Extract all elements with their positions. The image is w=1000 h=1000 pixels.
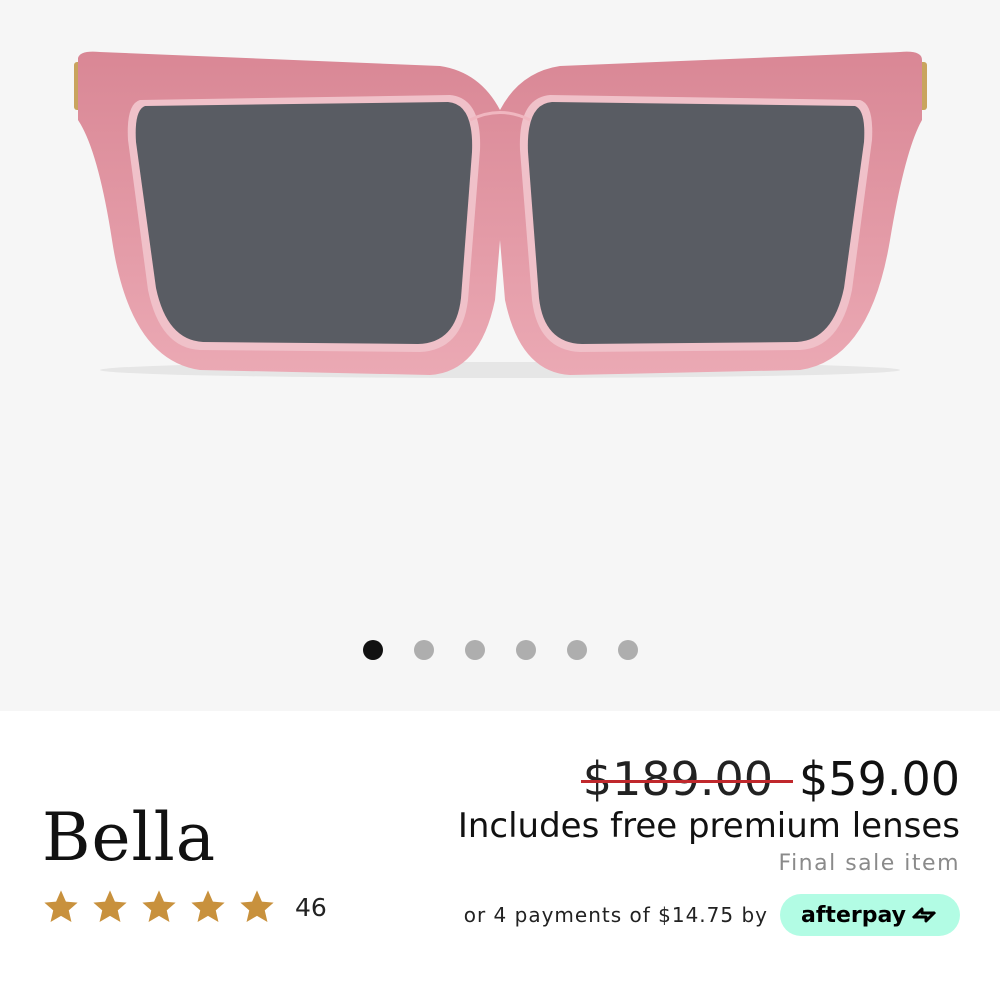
star-icon <box>191 890 225 923</box>
lens-note: Includes free premium lenses <box>457 806 960 846</box>
star-icon <box>93 890 127 923</box>
installment-text: or 4 payments of $14.75 by <box>463 903 768 927</box>
gallery-dot[interactable] <box>464 640 485 660</box>
sale-price: $59.00 <box>799 752 960 806</box>
gallery-dot[interactable] <box>617 640 638 660</box>
star-icon <box>44 890 78 923</box>
review-count[interactable]: 46 <box>295 893 327 922</box>
gallery-dot[interactable] <box>566 640 587 660</box>
gallery-dot[interactable] <box>362 640 383 660</box>
gallery-dot[interactable] <box>413 640 434 660</box>
original-price: $189.00 <box>580 752 794 806</box>
gallery-dots <box>0 640 1000 660</box>
sunglasses-image <box>74 51 927 378</box>
afterpay-badge[interactable]: afterpay <box>780 894 960 936</box>
price-row: $189.00 $59.00 <box>580 752 960 806</box>
star-icon <box>240 890 274 923</box>
afterpay-arrows-icon <box>911 907 937 923</box>
installment-info: or 4 payments of $14.75 by afterpay <box>464 894 960 936</box>
product-gallery[interactable] <box>0 0 1000 711</box>
star-icon <box>142 890 176 923</box>
final-sale-note: Final sale item <box>778 851 960 876</box>
afterpay-label: afterpay <box>801 902 906 928</box>
product-name: Bella <box>42 799 217 876</box>
product-rating[interactable]: 46 <box>42 888 327 926</box>
gallery-dot[interactable] <box>515 640 536 660</box>
